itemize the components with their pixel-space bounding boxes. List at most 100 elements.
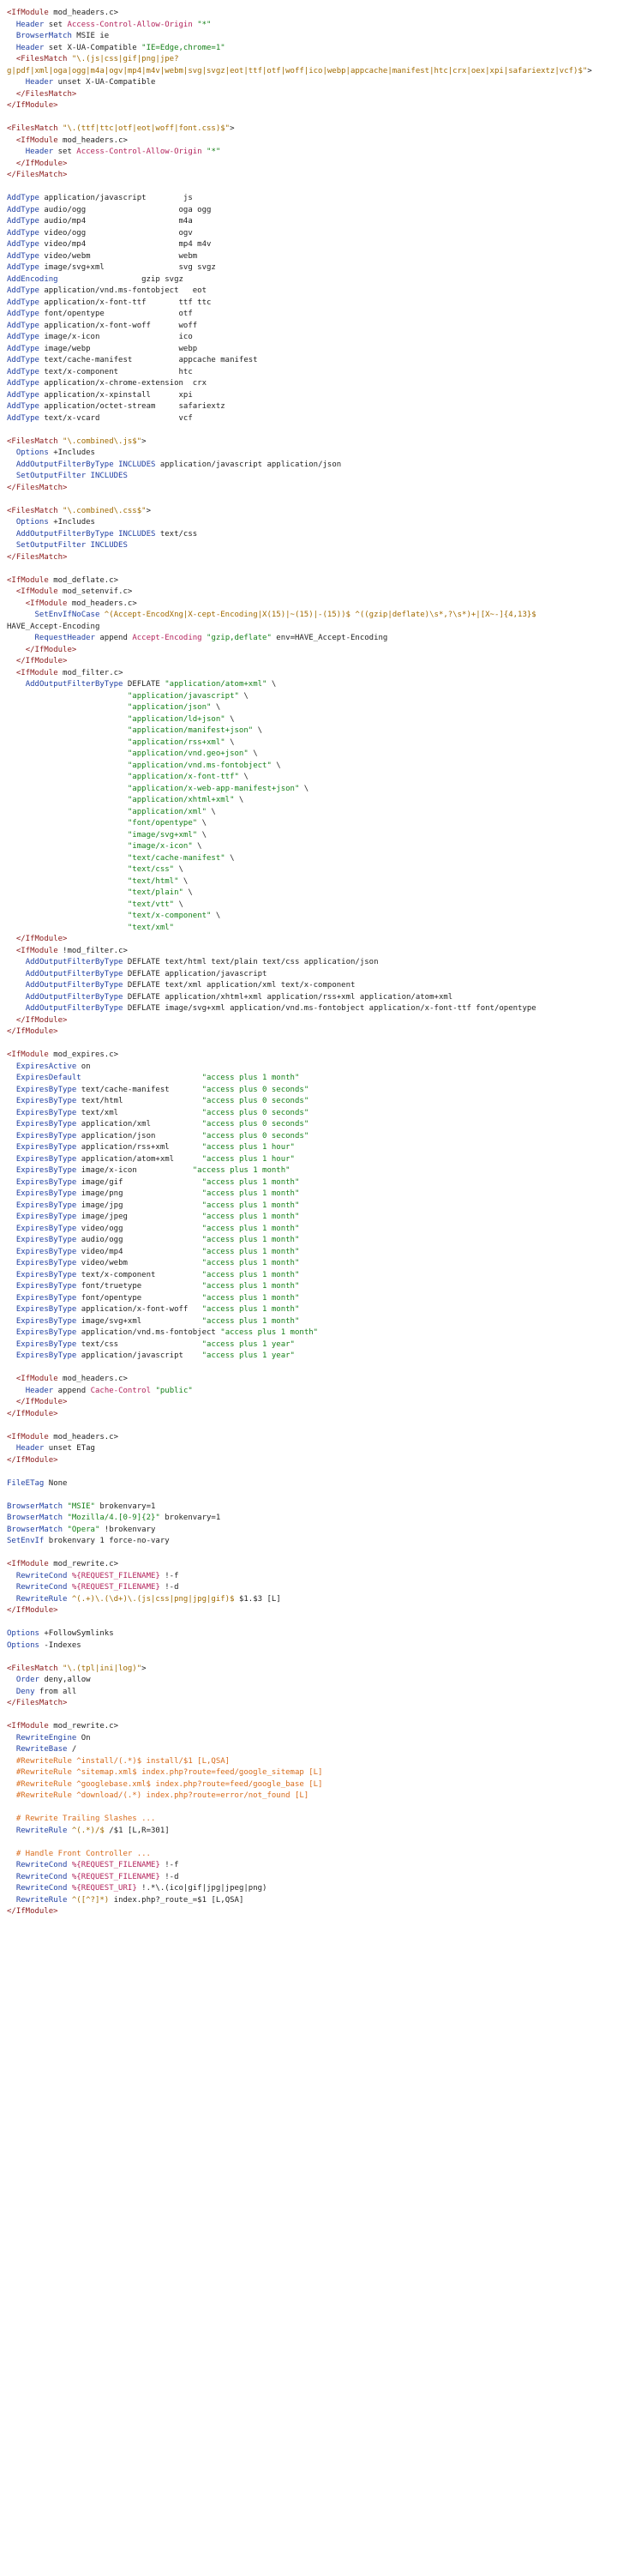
plain-text [7, 587, 16, 596]
plain-text: mod_headers.c> [48, 1432, 119, 1441]
string-literal: "application/ld+json" [127, 714, 225, 724]
plain-text [7, 32, 16, 40]
plain-text [7, 1676, 16, 1684]
plain-text [7, 1583, 16, 1592]
variable-name: %{REQUEST_FILENAME} [71, 1872, 160, 1881]
section-tag: <IfModule [7, 1722, 49, 1730]
code-line: <IfModule mod_headers.c> [7, 135, 641, 147]
code-line: <FilesMatch "\.combined\.css$"> [7, 506, 641, 518]
plain-text [7, 611, 35, 619]
code-line: <IfModule mod_deflate.c> [7, 575, 641, 587]
code-line: ExpiresByType application/rss+xml "acces… [7, 1142, 641, 1154]
directive-keyword: RewriteEngine [15, 1733, 77, 1742]
string-literal: "*" [197, 20, 212, 29]
string-literal: "text/html" [127, 876, 179, 886]
plain-text: text/xml [76, 1108, 202, 1117]
section-tag: <IfModule [7, 1432, 49, 1441]
section-tag: <IfModule [7, 575, 49, 585]
regex-pattern: "\.(ttf|ttc|otf|eot|woff|font.css)$" [63, 124, 231, 133]
plain-text: font/truetype [76, 1282, 202, 1291]
directive-keyword: Options [7, 1629, 39, 1638]
plain-text: unset X-UA-Compatible [53, 78, 156, 87]
plain-text: video/mp4 mp4 m4v [39, 240, 212, 249]
plain-text [7, 1757, 16, 1766]
section-tag: </IfModule> [15, 159, 68, 168]
plain-text: !-f [159, 1571, 179, 1580]
code-line: AddType text/x-vcard vcf [7, 413, 641, 425]
section-tag: </FilesMatch> [7, 1699, 68, 1707]
plain-text: mod_headers.c> [48, 9, 119, 17]
directive-keyword: BrowserMatch [15, 32, 72, 40]
plain-text: \ [174, 865, 183, 874]
string-literal: "image/svg+xml" [127, 830, 198, 840]
directive-keyword: AddType [7, 263, 39, 272]
plain-text: mod_deflate.c> [48, 575, 119, 585]
directive-keyword: ExpiresByType [15, 1305, 77, 1314]
code-line: BrowserMatch "Mozilla/4.[0-9]{2}" broken… [7, 1513, 641, 1525]
plain-text: \ [207, 807, 216, 816]
plain-text [7, 518, 16, 527]
variable-name: Cache-Control [90, 1386, 152, 1395]
code-line: </IfModule> [7, 1397, 641, 1409]
plain-text [7, 1213, 16, 1221]
code-line: "application/vnd.ms-fontobject" \ [7, 761, 641, 773]
plain-text [7, 785, 128, 793]
section-tag: <IfModule [15, 668, 58, 677]
directive-keyword: RewriteRule [15, 1895, 68, 1905]
code-line: Header append Cache-Control "public" [7, 1386, 641, 1398]
plain-text: application/x-chrome-extension crx [39, 379, 207, 388]
code-line: </IfModule> [7, 1906, 641, 1918]
code-line: AddType image/svg+xml svg svgz [7, 262, 641, 274]
plain-text [7, 1375, 16, 1383]
section-tag: </IfModule> [15, 935, 68, 943]
directive-keyword: ExpiresByType [15, 1224, 77, 1233]
directive-keyword: ExpiresByType [15, 1177, 77, 1187]
plain-text [7, 55, 16, 63]
plain-text [7, 715, 128, 724]
plain-text [7, 993, 26, 1002]
plain-text: video/ogg [76, 1224, 202, 1233]
code-line: RewriteCond %{REQUEST_FILENAME} !-d [7, 1582, 641, 1594]
directive-keyword: Header [15, 1444, 45, 1453]
code-line: </IfModule> [7, 656, 641, 668]
plain-text [7, 842, 128, 851]
plain-text: image/webp webp [39, 344, 198, 353]
section-tag: </IfModule> [7, 1409, 58, 1418]
code-line: AddType video/mp4 mp4 m4v [7, 239, 641, 251]
code-line: BrowserMatch "MSIE" brokenvary=1 [7, 1502, 641, 1514]
string-literal: "access plus 1 month" [201, 1305, 300, 1314]
section-tag: </IfModule> [7, 1455, 58, 1465]
plain-text [7, 1097, 16, 1105]
plain-text: brokenvary=1 [159, 1514, 221, 1522]
code-line: AddType font/opentype otf [7, 309, 641, 321]
plain-text [7, 900, 128, 909]
plain-text [7, 1294, 16, 1303]
directive-keyword: ExpiresByType [15, 1097, 77, 1105]
directive-keyword: ExpiresByType [15, 1154, 77, 1164]
plain-text: / [67, 1745, 77, 1754]
plain-text: !.*\.(ico|gif|jpg|jpeg|png) [136, 1884, 267, 1893]
code-line: AddOutputFilterByType DEFLATE applicatio… [7, 969, 641, 981]
code-line: AddType text/cache-manifest appcache man… [7, 355, 641, 367]
directive-keyword: AddType [7, 344, 39, 353]
regex-pattern: "\.combined\.css$" [63, 506, 147, 515]
directive-keyword: AddType [7, 228, 39, 238]
plain-text: !-d [159, 1583, 179, 1592]
code-line: RewriteCond %{REQUEST_FILENAME} !-d [7, 1872, 641, 1884]
directive-keyword: Header [25, 1386, 54, 1395]
code-line: ExpiresByType application/xml "access pl… [7, 1119, 641, 1131]
plain-text: text/css [76, 1339, 202, 1349]
code-line: AddType application/x-font-ttf ttf ttc [7, 298, 641, 310]
directive-keyword: AddType [7, 251, 39, 261]
plain-text [7, 877, 128, 886]
plain-text: \ [238, 691, 249, 701]
regex-pattern: ^(.*)/$ [71, 1826, 105, 1835]
code-line: <IfModule mod_expires.c> [7, 1050, 641, 1062]
plain-text: application/xml [76, 1120, 202, 1129]
plain-text: > [587, 66, 592, 75]
code-line: Deny from all [7, 1687, 641, 1699]
plain-text: audio/mp4 m4a [39, 217, 193, 226]
string-literal: "access plus 1 month" [201, 1224, 300, 1233]
